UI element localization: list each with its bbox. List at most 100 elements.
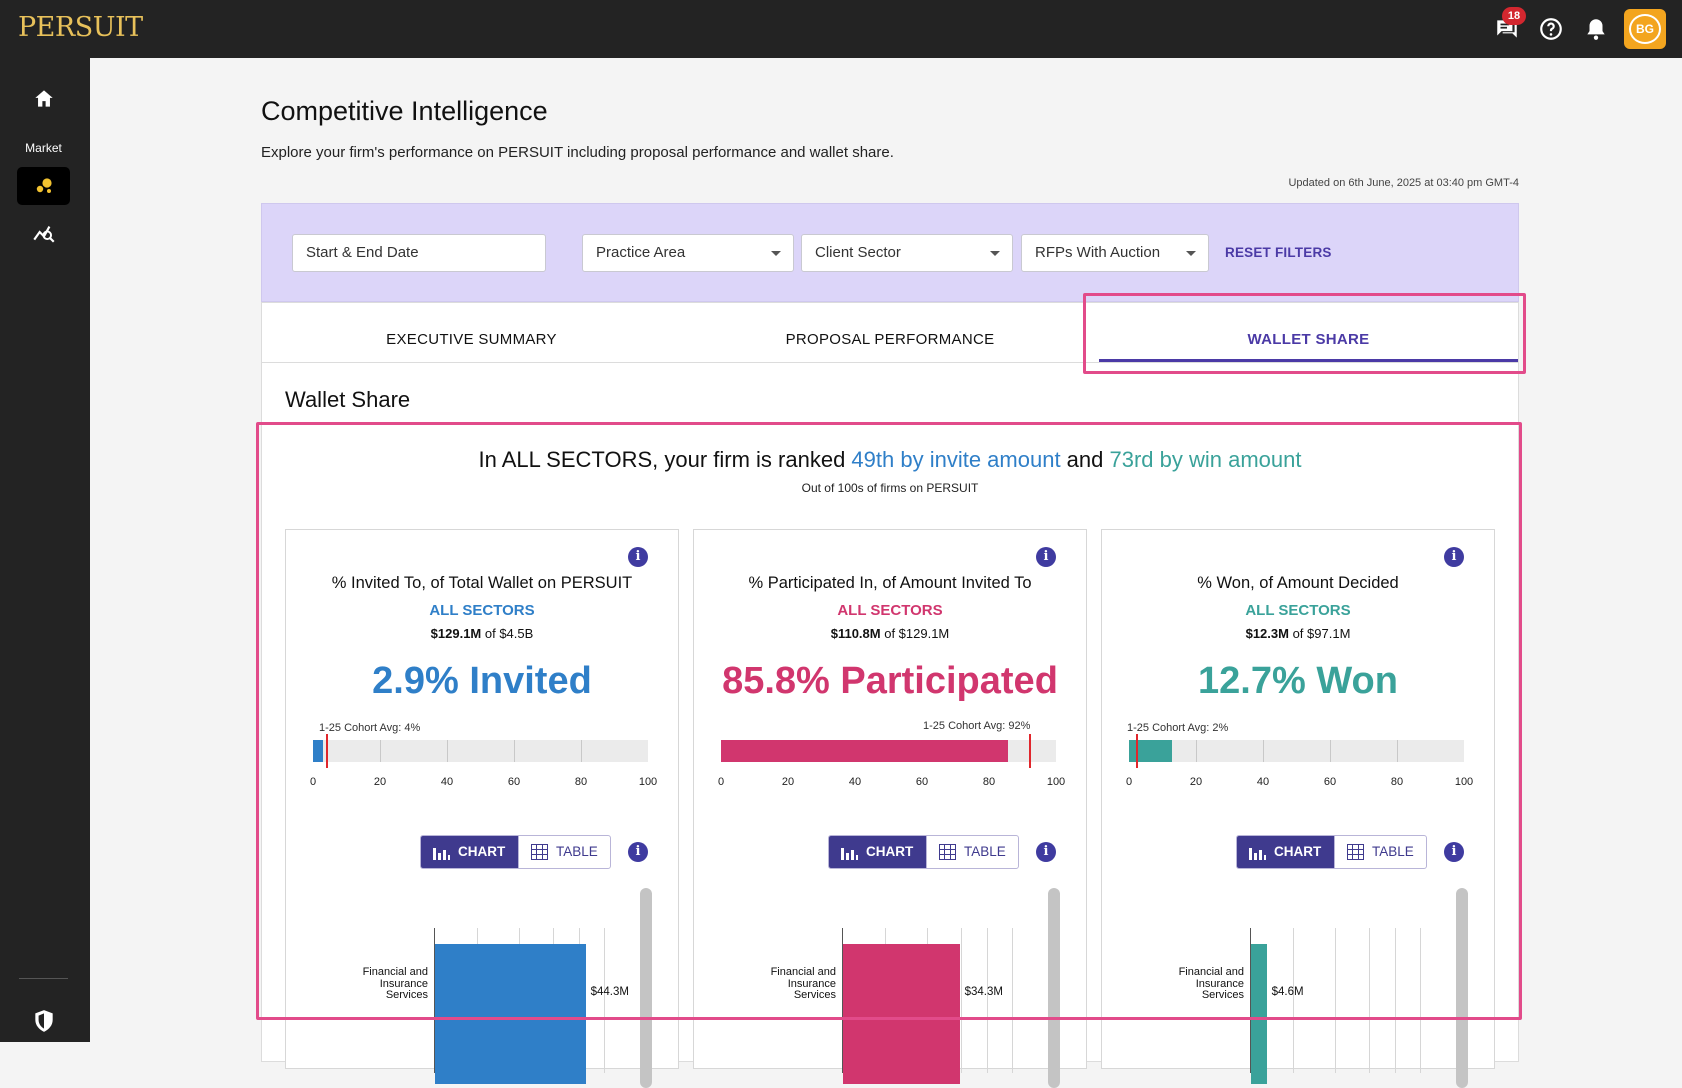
user-avatar[interactable]: BG [1624,9,1666,49]
card-sector: ALL SECTORS [1245,602,1351,619]
chart-gridline [1369,928,1370,1073]
track-tick-label: 60 [507,776,521,788]
chevron-down-icon [771,251,781,256]
sidebar-item-competitive-intelligence[interactable] [17,167,70,205]
percent-track [1129,734,1464,768]
sector-category-label: Financial and Insurance Services [1178,966,1244,1001]
chart-scrollbar[interactable] [640,888,652,1088]
chart-view-button[interactable]: CHART [421,836,518,868]
bar-chart-icon [1249,848,1266,860]
persuit-logo[interactable]: PERSUIT [18,12,143,43]
security-shield-icon[interactable] [31,1008,57,1034]
chevron-down-icon [990,251,1000,256]
chart-gridline [1420,928,1421,1073]
track-gridline [1263,740,1264,762]
top-bar: PERSUIT 18 BG [0,0,1682,58]
ranking-subhead: Out of 100s of firms on PERSUIT [801,481,979,495]
table-view-button[interactable]: TABLE [926,836,1018,868]
info-icon[interactable]: i [1444,842,1464,862]
amount-value: $110.8M [830,626,881,641]
headline-prefix: In ALL SECTORS, your firm is ranked [478,447,852,472]
chevron-down-icon [1186,251,1196,256]
sector-value-label: $4.6M [1271,986,1304,998]
track-tick-label: 100 [638,776,658,788]
track-tick-label: 0 [717,776,725,788]
info-icon[interactable]: i [628,547,648,567]
sidebar-divider [19,978,68,979]
help-icon[interactable] [1538,16,1564,42]
bar-chart-icon [841,848,858,860]
chart-scrollbar[interactable] [1048,888,1060,1088]
sidebar: Market [0,58,90,1042]
info-icon[interactable]: i [1444,547,1464,567]
card-percent-headline: 85.8% Participated [722,660,1058,702]
ranking-headline: In ALL SECTORS, your firm is ranked 49th… [262,447,1518,473]
sector-category-label: Financial and Insurance Services [362,966,428,1001]
chart-scrollbar[interactable] [1456,888,1468,1088]
track-tick-label: 60 [1323,776,1337,788]
info-icon[interactable]: i [1036,547,1056,567]
tab-executive-summary[interactable]: EXECUTIVE SUMMARY [262,303,681,363]
table-view-button[interactable]: TABLE [1334,836,1426,868]
track-tick-label: 80 [982,776,996,788]
updated-timestamp: Updated on 6th June, 2025 at 03:40 pm GM… [1288,177,1519,189]
won-card: i % Won, of Amount Decided ALL SECTORS $… [1101,529,1495,1088]
track-tick-label: 20 [1189,776,1203,788]
date-range-placeholder: Start & End Date [306,244,419,261]
rfps-with-auction-select[interactable]: RFPs With Auction [1021,234,1209,272]
chart-gridline [961,928,962,1073]
table-view-button[interactable]: TABLE [518,836,610,868]
active-tab-indicator [1099,359,1518,362]
win-rank: 73rd by win amount [1109,447,1302,472]
info-icon[interactable]: i [1036,842,1056,862]
chart-view-button[interactable]: CHART [1237,836,1334,868]
info-icon[interactable]: i [628,842,648,862]
track-tick-label: 80 [574,776,588,788]
card-sector: ALL SECTORS [837,602,943,619]
chart-gridline [1394,928,1396,1073]
table-grid-icon [1347,844,1364,860]
home-icon[interactable] [31,86,57,112]
percent-fill [721,740,1009,762]
chart-gridline [604,928,605,1073]
track-tick-label: 20 [781,776,795,788]
track-gridline [1397,740,1398,762]
sector-bar[interactable] [843,944,960,1084]
notifications-bell-icon[interactable] [1583,16,1609,42]
reset-filters-button[interactable]: RESET FILTERS [1225,245,1332,260]
card-percent-headline: 12.7% Won [1198,660,1398,702]
client-sector-select[interactable]: Client Sector [801,234,1013,272]
chart-view-button[interactable]: CHART [829,836,926,868]
view-toggle: CHART TABLE [828,835,1019,869]
track-tick-label: 40 [440,776,454,788]
track-tick-label: 0 [1125,776,1133,788]
messages-count-badge: 18 [1502,7,1526,25]
headline-and: and [1060,447,1110,472]
market-search-icon[interactable] [31,219,57,245]
amount-of: of $4.5B [481,626,534,641]
content-panel: EXECUTIVE SUMMARY PROPOSAL PERFORMANCE W… [261,302,1519,1088]
card-percent-headline: 2.9% Invited [372,660,592,702]
rfps-with-auction-label: RFPs With Auction [1035,244,1161,261]
tab-proposal-performance[interactable]: PROPOSAL PERFORMANCE [681,303,1099,363]
date-range-field[interactable]: Start & End Date [292,234,546,272]
sector-bar[interactable] [1251,944,1267,1084]
chart-view-label: CHART [458,844,506,859]
practice-area-select[interactable]: Practice Area [582,234,794,272]
tab-wallet-share[interactable]: WALLET SHARE [1099,303,1518,363]
chart-view-label: CHART [1274,844,1322,859]
view-toggle: CHART TABLE [420,835,611,869]
track-tick-label: 20 [373,776,387,788]
cohort-average-label: 1-25 Cohort Avg: 2% [1127,722,1229,734]
percent-fill [313,740,323,762]
card-title: % Participated In, of Amount Invited To [748,574,1032,592]
sector-value-label: $34.3M [964,986,1003,998]
tab-bar: EXECUTIVE SUMMARY PROPOSAL PERFORMANCE W… [262,303,1518,363]
track-tick-label: 0 [309,776,317,788]
track-tick-label: 100 [1454,776,1474,788]
track-gridline [1196,740,1197,762]
chart-gridline [1292,928,1294,1073]
table-grid-icon [939,844,956,860]
amount-of: of $129.1M [880,626,950,641]
sector-bar[interactable] [435,944,586,1084]
